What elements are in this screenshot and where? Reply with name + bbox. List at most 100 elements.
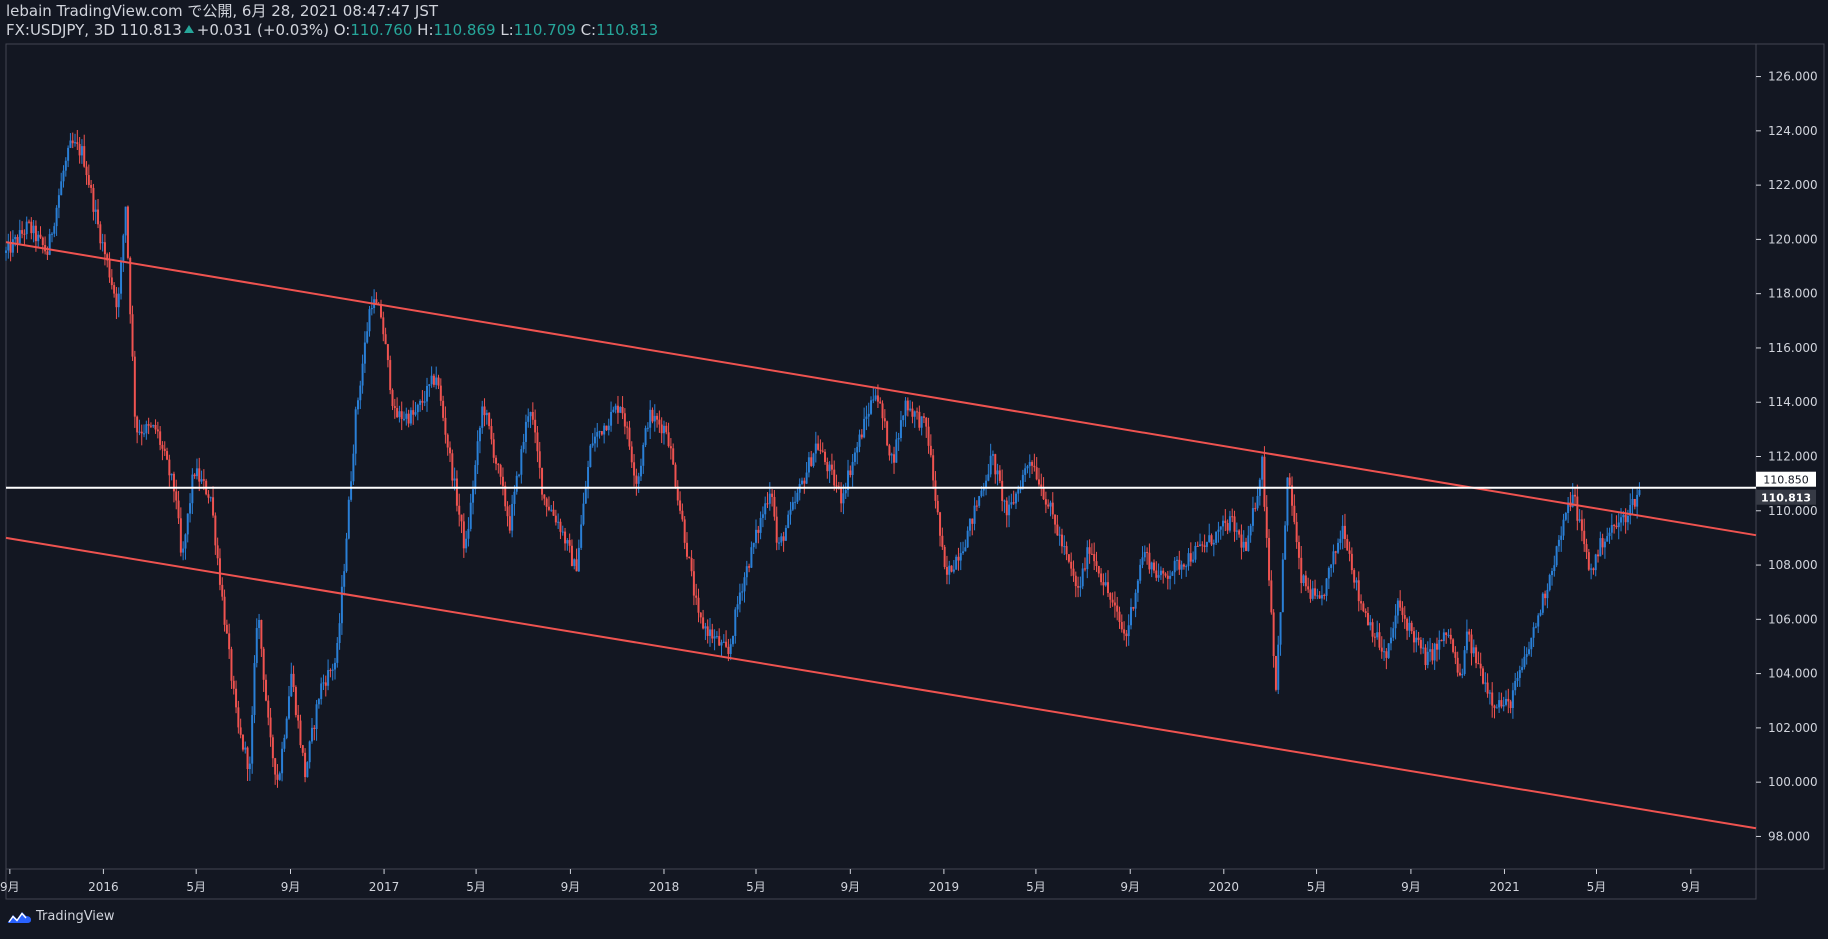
candle-up (980, 490, 983, 497)
candle-up (143, 433, 146, 435)
candle-down (46, 251, 49, 255)
candle-down (1435, 643, 1438, 650)
candle-down (1293, 505, 1296, 522)
candle-down (1307, 586, 1310, 590)
footer-brand[interactable]: TradingView (6, 909, 115, 924)
candle-up (722, 641, 725, 643)
candle-down (672, 448, 675, 465)
candle-down (230, 649, 233, 681)
channel-lower-line (5, 536, 1757, 830)
candle-up (805, 472, 808, 484)
candle-up (642, 444, 645, 466)
candle-up (738, 592, 741, 605)
candle-up (340, 586, 343, 624)
candle-up (1447, 634, 1450, 636)
candle-down (1343, 525, 1346, 540)
candle-up (1537, 615, 1540, 627)
candle-down (1274, 655, 1277, 690)
candle-up (653, 415, 656, 422)
candle-up (764, 503, 767, 515)
candle-up (807, 457, 810, 473)
x-tick-label: 2019 (929, 880, 960, 894)
candle-up (1505, 698, 1507, 705)
candle-down (168, 459, 171, 476)
candle-down (304, 752, 307, 778)
candle-down (432, 375, 435, 385)
candle-up (582, 503, 585, 525)
candle-up (1608, 532, 1611, 537)
candle-down (1035, 467, 1038, 480)
candle-up (1194, 545, 1197, 560)
candle-down (1106, 582, 1109, 594)
candle-down (971, 518, 974, 524)
candle-up (1495, 707, 1498, 709)
candle-down (945, 566, 948, 575)
candle-down (1583, 530, 1586, 545)
candle-down (391, 390, 394, 407)
candle-down (1440, 639, 1443, 642)
brand-name: TradingView (36, 909, 115, 924)
drawing-lines-group (5, 241, 1757, 830)
candle-down (126, 206, 129, 258)
candle-up (1408, 622, 1411, 631)
candle-down (699, 612, 702, 618)
candle-up (1617, 522, 1620, 528)
candle-down (1095, 561, 1098, 567)
candle-down (718, 636, 721, 646)
candle-down (1182, 564, 1185, 567)
candle-down (71, 140, 74, 144)
candle-down (1401, 607, 1404, 616)
price-chart[interactable]: 98.000 100.000 102.000 104.000 106.000 108.00… (0, 0, 1828, 939)
candle-up (1636, 494, 1639, 507)
candle-up (515, 475, 518, 492)
candle-up (1205, 541, 1208, 547)
candle-up (465, 538, 468, 549)
candle-down (1074, 575, 1077, 587)
candle-up (310, 727, 313, 742)
candle-up (1199, 544, 1202, 547)
candle-up (1622, 514, 1625, 518)
candle-up (1222, 520, 1225, 527)
candle-down (911, 408, 914, 417)
candle-down (665, 425, 668, 433)
candle-down (1624, 514, 1627, 523)
candle-up (646, 427, 649, 429)
candle-down (1346, 539, 1349, 551)
candle-down (179, 518, 182, 553)
candle-up (557, 521, 560, 523)
y-tick-label: 126.000 (1768, 70, 1818, 84)
candle-down (228, 633, 231, 650)
candle-up (74, 142, 77, 144)
candle-up (1286, 477, 1289, 526)
candle-down (103, 242, 106, 255)
candle-down (1065, 546, 1068, 555)
candle-down (382, 317, 385, 335)
candle-up (120, 261, 123, 294)
candle-down (421, 400, 424, 403)
candle-up (1551, 571, 1554, 576)
candle-down (651, 409, 654, 422)
candle-up (1442, 632, 1445, 642)
candle-up (1003, 500, 1006, 502)
candle-down (1060, 534, 1063, 547)
candle-down (1454, 651, 1457, 658)
candle-down (1380, 647, 1383, 652)
candle-up (1215, 531, 1218, 543)
candle-up (1546, 589, 1549, 599)
candle-down (16, 236, 19, 244)
candle-down (495, 457, 498, 464)
candle-down (1090, 553, 1093, 555)
candle-down (679, 500, 682, 511)
candle-up (713, 636, 716, 639)
x-tick-label: 5月 (1307, 880, 1327, 894)
candle-up (644, 428, 647, 445)
candle-down (826, 461, 829, 472)
candle-down (34, 225, 37, 242)
candle-up (789, 509, 792, 515)
candle-up (996, 470, 999, 475)
candle-up (281, 748, 284, 774)
candle-up (1438, 639, 1441, 650)
y-tick-label: 98.000 (1768, 829, 1810, 843)
candle-down (929, 445, 932, 456)
candle-down (1070, 561, 1073, 569)
